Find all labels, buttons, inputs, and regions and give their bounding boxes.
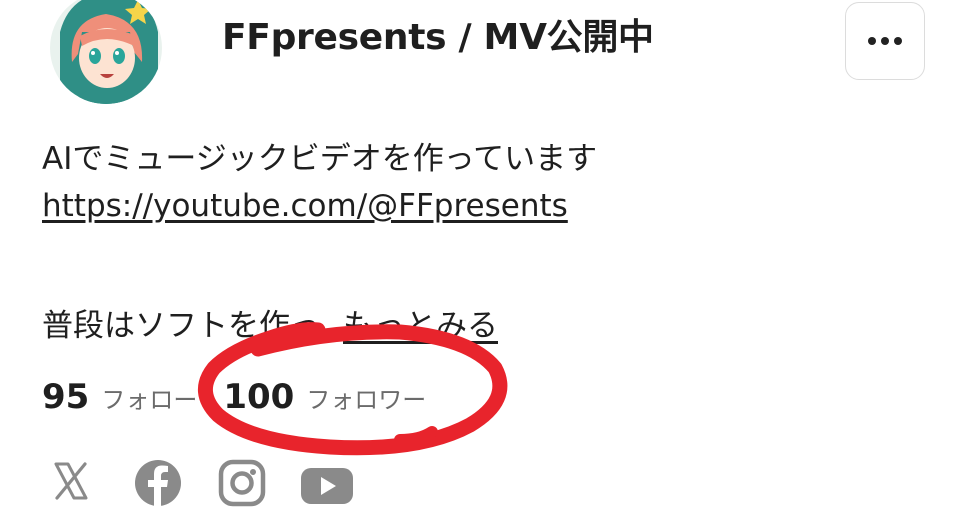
x-icon — [54, 462, 88, 500]
facebook-icon — [135, 460, 181, 506]
instagram-icon — [218, 459, 266, 507]
read-more-link[interactable]: もっとみる — [343, 308, 498, 344]
bio-youtube-link[interactable]: https://youtube.com/@FFpresents — [42, 188, 568, 224]
more-horizontal-icon — [868, 37, 902, 45]
more-options-button[interactable] — [845, 2, 925, 80]
anime-avatar-icon — [50, 0, 162, 104]
bio-truncated-line: 普段はソフトを作っ もっとみる — [42, 300, 498, 345]
following-stat[interactable]: 95 フォロー — [42, 377, 197, 417]
followers-label: フォロワー — [306, 386, 427, 414]
x-link[interactable] — [48, 458, 98, 508]
youtube-icon — [301, 468, 353, 504]
following-count: 95 — [42, 377, 90, 417]
follow-stats: 95 フォロー 100 フォロワー — [42, 377, 426, 417]
facebook-link[interactable] — [133, 458, 183, 508]
instagram-link[interactable] — [217, 458, 267, 508]
followers-count: 100 — [223, 377, 295, 417]
bio-text: AIでミュージックビデオを作っています — [42, 141, 598, 177]
avatar[interactable] — [50, 0, 162, 104]
following-label: フォロー — [101, 386, 198, 414]
profile-name: FFpresents / MV公開中 — [222, 17, 654, 58]
bio-truncated-text: 普段はソフトを作っ — [42, 308, 321, 344]
youtube-link[interactable] — [299, 458, 353, 508]
followers-stat[interactable]: 100 フォロワー — [223, 377, 426, 417]
